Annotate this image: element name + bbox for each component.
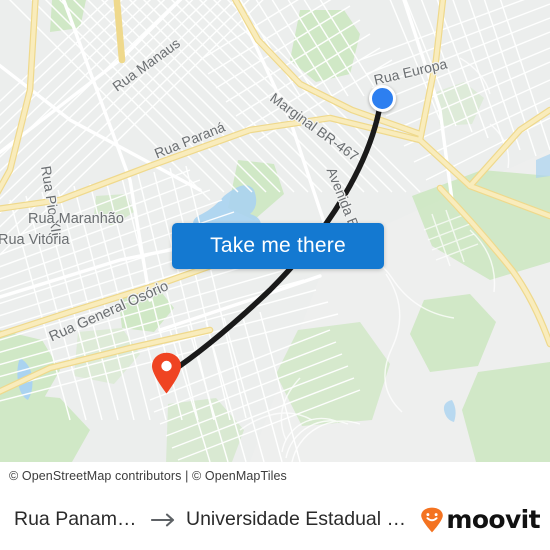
route-summary: Rua Panamá,... Universidade Estadual Do … bbox=[14, 508, 412, 531]
moovit-pin-icon bbox=[421, 507, 444, 532]
route-footer-bar: Rua Panamá,... Universidade Estadual Do … bbox=[0, 489, 550, 550]
map-attribution-bar: © OpenStreetMap contributors | © OpenMap… bbox=[0, 462, 550, 489]
destination-marker[interactable] bbox=[151, 352, 182, 394]
origin-name: Rua Panamá,... bbox=[14, 508, 142, 530]
origin-marker[interactable] bbox=[369, 85, 396, 112]
arrow-right-icon bbox=[151, 513, 175, 526]
moovit-wordmark: moovit bbox=[446, 505, 540, 534]
take-me-there-button[interactable]: Take me there bbox=[172, 223, 384, 269]
attribution-text[interactable]: © OpenStreetMap contributors | © OpenMap… bbox=[0, 469, 287, 483]
moovit-logo[interactable]: moovit bbox=[412, 505, 541, 534]
destination-name: Universidade Estadual Do Oeste D... bbox=[186, 508, 412, 530]
map-canvas[interactable]: Rua Manaus Rua Pio XII Rua Paraná Rua Ma… bbox=[0, 0, 550, 462]
moovit-route-card: Rua Manaus Rua Pio XII Rua Paraná Rua Ma… bbox=[0, 0, 550, 550]
